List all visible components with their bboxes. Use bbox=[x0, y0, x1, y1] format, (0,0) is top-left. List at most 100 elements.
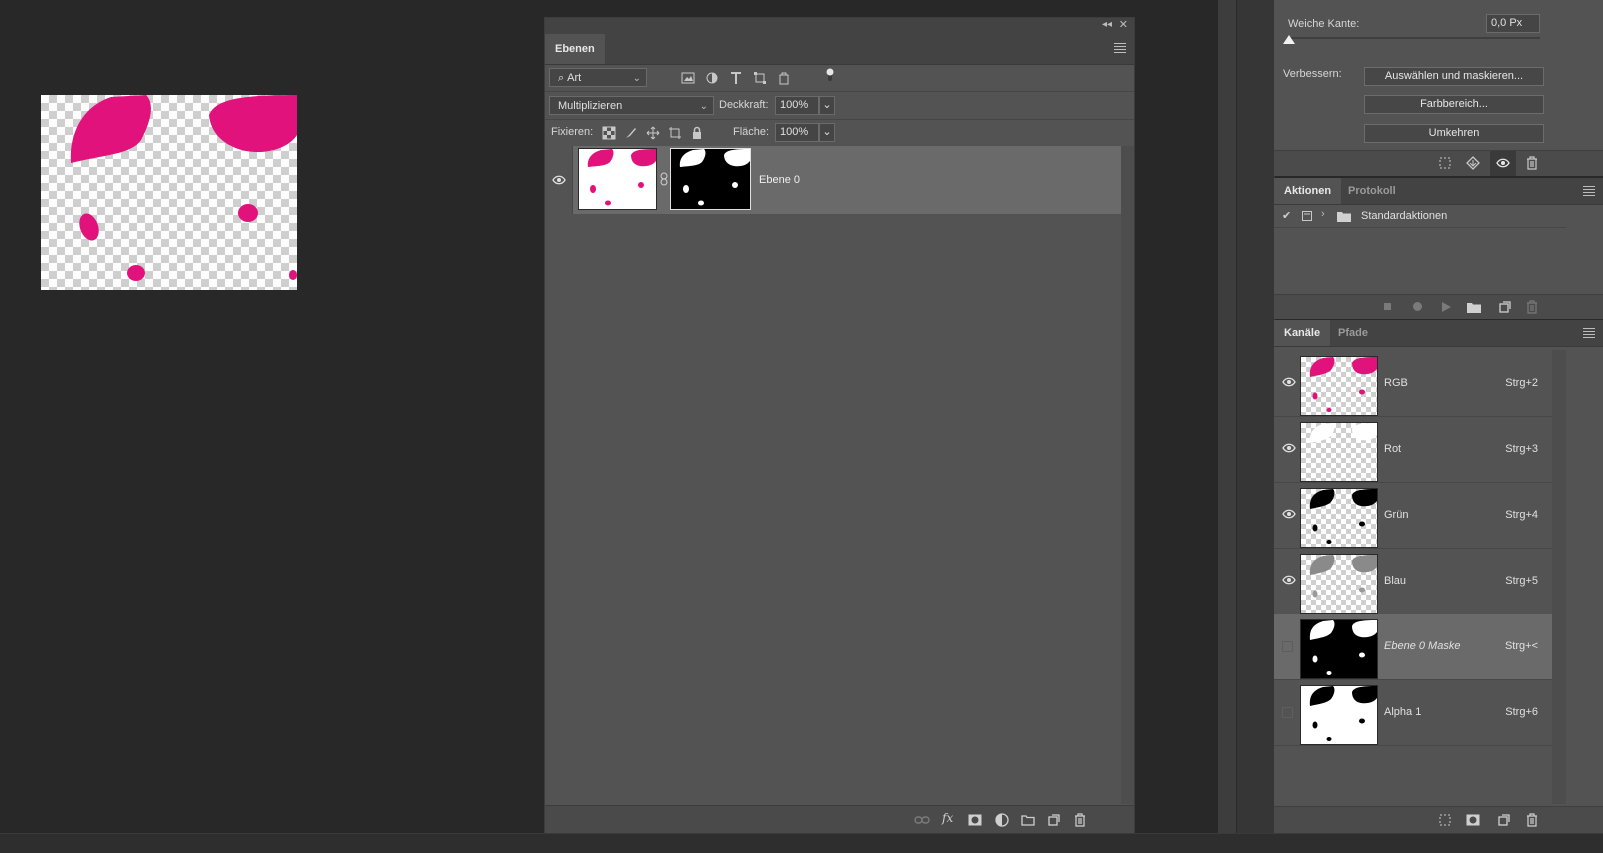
record-icon[interactable] bbox=[1413, 302, 1422, 311]
collapse-icon[interactable]: ◂◂ bbox=[1102, 18, 1112, 32]
invert-button[interactable]: Umkehren bbox=[1364, 124, 1544, 143]
tab-ebenen[interactable]: Ebenen bbox=[545, 34, 605, 64]
channel-row-alpha[interactable]: Alpha 1 Strg+6 bbox=[1274, 680, 1552, 746]
eye-icon[interactable] bbox=[1282, 443, 1296, 453]
feather-slider-track[interactable] bbox=[1288, 37, 1540, 39]
visibility-checkbox[interactable] bbox=[1282, 641, 1293, 652]
mask-visibility-toggle[interactable] bbox=[1490, 151, 1516, 176]
selection-icon[interactable] bbox=[1439, 157, 1451, 169]
load-selection-icon[interactable] bbox=[1439, 814, 1451, 826]
channel-thumbnail bbox=[1300, 619, 1378, 679]
layer-row[interactable]: Ebene 0 bbox=[545, 146, 1121, 214]
refine-label: Verbessern: bbox=[1283, 68, 1342, 80]
eye-icon[interactable] bbox=[1282, 377, 1296, 387]
adjustment-filter-icon[interactable] bbox=[705, 71, 719, 85]
channel-thumbnail-image bbox=[1309, 555, 1377, 598]
channel-name: Ebene 0 Maske bbox=[1384, 640, 1461, 652]
visibility-checkbox[interactable] bbox=[1282, 707, 1293, 718]
blend-mode-dropdown[interactable]: Multiplizieren ⌄ bbox=[549, 96, 714, 115]
lock-all-icon[interactable] bbox=[690, 126, 704, 140]
fill-input[interactable]: 100% bbox=[775, 123, 819, 142]
shape-filter-icon[interactable] bbox=[753, 71, 767, 85]
tab-aktionen[interactable]: Aktionen bbox=[1274, 178, 1342, 204]
smart-object-filter-icon[interactable] bbox=[777, 71, 791, 85]
save-selection-icon[interactable] bbox=[1466, 814, 1480, 826]
actions-footer bbox=[1274, 294, 1603, 319]
filter-kind-dropdown[interactable]: ⌕ Art ⌄ bbox=[549, 68, 647, 87]
layers-scrollbar[interactable] bbox=[1121, 146, 1134, 804]
channel-thumbnail bbox=[1300, 685, 1378, 745]
link-chain-icon[interactable] bbox=[660, 172, 668, 186]
layer-mask-image bbox=[679, 149, 750, 206]
new-group-icon[interactable] bbox=[1021, 814, 1035, 826]
document-canvas[interactable] bbox=[41, 95, 297, 290]
pixel-filter-icon[interactable] bbox=[681, 71, 695, 85]
channel-name: Alpha 1 bbox=[1384, 706, 1422, 718]
fx-icon[interactable]: fx bbox=[942, 811, 953, 825]
new-action-icon[interactable] bbox=[1499, 301, 1511, 313]
play-icon[interactable] bbox=[1442, 302, 1451, 312]
adjustment-layer-icon[interactable] bbox=[995, 813, 1009, 827]
filter-toggle-icon[interactable] bbox=[823, 68, 837, 82]
channel-shortcut: Strg+< bbox=[1504, 640, 1538, 652]
link-layers-icon[interactable] bbox=[914, 814, 930, 826]
lock-artboard-icon[interactable] bbox=[668, 126, 682, 140]
checkmark-icon[interactable]: ✔ bbox=[1282, 209, 1291, 222]
layer-visibility-cell[interactable] bbox=[545, 146, 573, 214]
layer-thumbnail[interactable] bbox=[578, 148, 657, 210]
chevron-down-icon: ⌄ bbox=[632, 73, 641, 84]
panel-menu-icon[interactable] bbox=[1583, 186, 1595, 198]
layer-mask-thumbnail[interactable] bbox=[670, 148, 751, 210]
channel-thumbnail-image bbox=[1309, 620, 1377, 675]
dialog-toggle-icon[interactable] bbox=[1302, 211, 1312, 221]
fill-dropdown-button[interactable]: ⌄ bbox=[819, 123, 835, 142]
eye-icon[interactable] bbox=[552, 175, 566, 185]
layer-name[interactable]: Ebene 0 bbox=[759, 146, 800, 214]
feather-input[interactable]: 0,0 Px bbox=[1486, 14, 1540, 33]
channel-row-gruen[interactable]: Grün Strg+4 bbox=[1274, 483, 1552, 549]
folder-icon bbox=[1337, 212, 1351, 222]
opacity-dropdown-button[interactable]: ⌄ bbox=[819, 96, 835, 115]
trash-icon[interactable] bbox=[1074, 813, 1086, 827]
tab-protokoll[interactable]: Protokoll bbox=[1338, 178, 1406, 204]
eye-icon[interactable] bbox=[1282, 575, 1296, 585]
channel-row-blau[interactable]: Blau Strg+5 bbox=[1274, 549, 1552, 615]
blend-mode-value: Multiplizieren bbox=[558, 100, 623, 112]
channel-name: Blau bbox=[1384, 575, 1407, 587]
dock-strip bbox=[1218, 0, 1236, 852]
filter-row: ⌕ Art ⌄ bbox=[545, 64, 1134, 92]
panel-menu-icon[interactable] bbox=[1114, 43, 1126, 55]
type-filter-icon[interactable] bbox=[729, 71, 743, 85]
trash-icon[interactable] bbox=[1526, 300, 1538, 314]
tab-pfade[interactable]: Pfade bbox=[1328, 320, 1378, 346]
canvas-image bbox=[70, 95, 297, 281]
apply-mask-icon[interactable] bbox=[1466, 156, 1480, 170]
lock-label: Fixieren: bbox=[551, 126, 594, 138]
channel-row-rot[interactable]: Rot Strg+3 bbox=[1274, 417, 1552, 483]
close-icon[interactable]: ✕ bbox=[1119, 18, 1128, 32]
trash-icon[interactable] bbox=[1526, 156, 1538, 170]
new-set-icon[interactable] bbox=[1467, 302, 1481, 313]
panel-menu-icon[interactable] bbox=[1583, 328, 1595, 340]
trash-icon[interactable] bbox=[1526, 813, 1538, 827]
opacity-input[interactable]: 100% bbox=[775, 96, 819, 115]
channel-row-rgb[interactable]: RGB Strg+2 bbox=[1274, 351, 1552, 417]
feather-slider-handle[interactable] bbox=[1283, 35, 1295, 44]
chevron-right-icon[interactable]: › bbox=[1321, 208, 1325, 220]
lock-image-pixels-icon[interactable] bbox=[624, 126, 638, 140]
color-range-button[interactable]: Farbbereich... bbox=[1364, 95, 1544, 114]
properties-footer bbox=[1274, 150, 1603, 176]
tab-kanaele[interactable]: Kanäle bbox=[1274, 320, 1331, 346]
channel-shortcut: Strg+2 bbox=[1505, 377, 1538, 389]
stop-icon[interactable] bbox=[1384, 303, 1391, 310]
lock-position-icon[interactable] bbox=[646, 126, 660, 140]
add-mask-icon[interactable] bbox=[968, 814, 982, 826]
action-set-row[interactable]: ✔ › Standardaktionen bbox=[1274, 205, 1566, 228]
select-and-mask-button[interactable]: Auswählen und maskieren... bbox=[1364, 67, 1544, 86]
eye-icon[interactable] bbox=[1282, 509, 1296, 519]
channel-row-mask[interactable]: Ebene 0 Maske Strg+< bbox=[1274, 614, 1552, 680]
new-layer-icon[interactable] bbox=[1048, 814, 1060, 826]
channels-scrollbar[interactable] bbox=[1552, 350, 1566, 804]
new-channel-icon[interactable] bbox=[1498, 814, 1510, 826]
lock-transparent-pixels-icon[interactable] bbox=[602, 126, 616, 140]
